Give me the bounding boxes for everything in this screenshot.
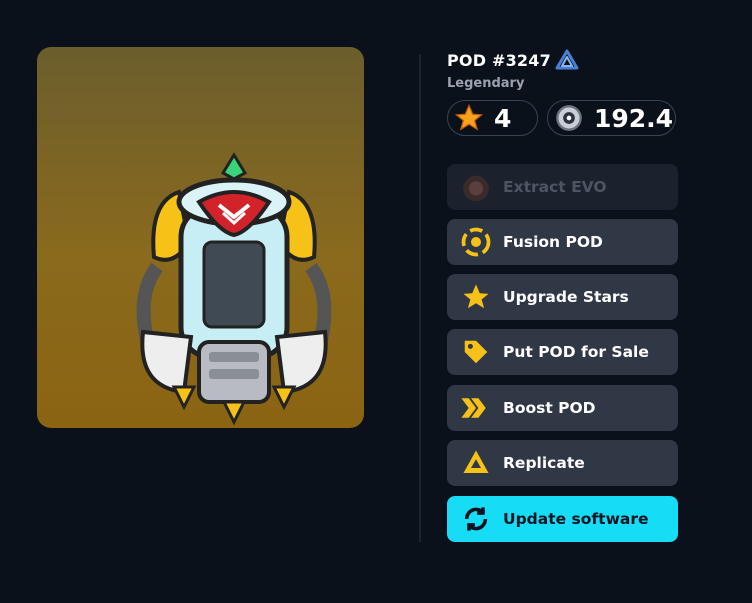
put-for-sale-button[interactable]: Put POD for Sale [447, 329, 678, 375]
chain-link-icon[interactable] [555, 49, 579, 71]
core-icon [552, 101, 586, 135]
rarity-label: Legendary [447, 76, 525, 91]
boost-pod-label: Boost POD [503, 399, 596, 417]
stars-stat: 4 [447, 100, 538, 136]
upgrade-stars-button[interactable]: Upgrade Stars [447, 274, 678, 320]
refresh-icon [459, 502, 493, 536]
divider [419, 54, 421, 542]
update-software-label: Update software [503, 510, 649, 528]
cores-stat: 192.4 [547, 100, 676, 136]
boost-icon [459, 391, 493, 425]
replicate-label: Replicate [503, 454, 585, 472]
replicate-icon [459, 446, 493, 480]
stars-value: 4 [494, 103, 512, 133]
star-icon [452, 101, 486, 135]
fusion-pod-button[interactable]: Fusion POD [447, 219, 678, 265]
extract-evo-button[interactable]: Extract EVO [447, 164, 678, 210]
update-software-button[interactable]: Update software [447, 496, 678, 542]
fusion-icon [459, 225, 493, 259]
boost-pod-button[interactable]: Boost POD [447, 385, 678, 431]
upgrade-stars-label: Upgrade Stars [503, 288, 629, 306]
pod-card [37, 47, 364, 428]
pod-robot-image [136, 152, 332, 426]
pod-title: POD #3247 [447, 50, 551, 70]
pod-title-row: POD #3247 [447, 49, 579, 71]
tag-icon [459, 335, 493, 369]
cores-value: 192.4 [594, 103, 674, 133]
evo-icon [459, 170, 493, 204]
star-icon [459, 280, 493, 314]
replicate-button[interactable]: Replicate [447, 440, 678, 486]
fusion-pod-label: Fusion POD [503, 233, 603, 251]
extract-evo-label: Extract EVO [503, 178, 607, 196]
put-for-sale-label: Put POD for Sale [503, 343, 649, 361]
